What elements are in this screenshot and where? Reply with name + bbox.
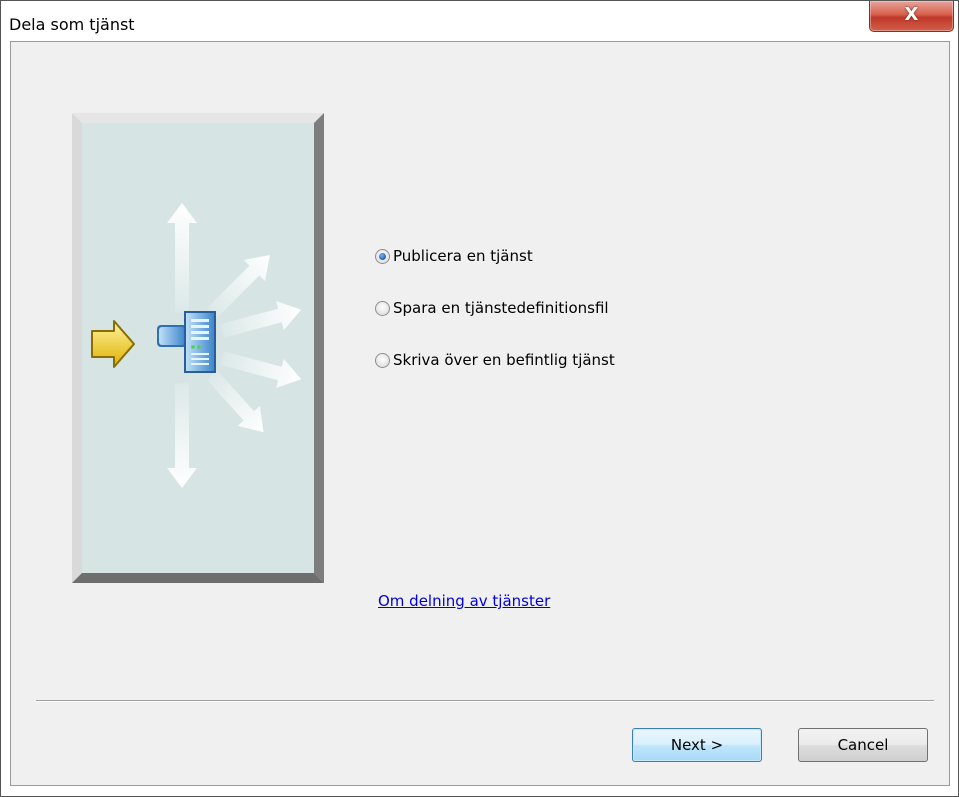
frame-top-bevel <box>72 113 324 123</box>
dialog-body: Publicera en tjänst Spara en tjänstedefi… <box>10 41 950 786</box>
close-icon: X <box>904 4 919 25</box>
title-bar: Dela som tjänst X <box>1 1 958 41</box>
option-overwrite-service-label: Skriva över en befintlig tjänst <box>393 351 615 369</box>
radio-overwrite-service[interactable] <box>375 353 390 368</box>
frame-bottom-bevel <box>72 573 324 583</box>
dialog-window: Dela som tjänst X Publicera en tjänst Sp… <box>0 0 959 797</box>
cancel-button[interactable]: Cancel <box>798 728 928 762</box>
close-button[interactable]: X <box>869 1 954 32</box>
option-save-definition-file-label: Spara en tjänstedefinitionsfil <box>393 299 609 317</box>
button-area-divider <box>36 700 934 702</box>
radio-save-definition-file[interactable] <box>375 301 390 316</box>
service-publish-illustration <box>72 113 324 583</box>
frame-right-bevel <box>314 113 324 583</box>
option-publish-service-label: Publicera en tjänst <box>393 247 533 265</box>
frame-left-bevel <box>72 113 82 583</box>
window-title: Dela som tjänst <box>9 15 135 34</box>
about-sharing-services-link[interactable]: Om delning av tjänster <box>378 592 550 610</box>
next-button[interactable]: Next > <box>632 728 762 762</box>
radio-publish-service[interactable] <box>375 249 390 264</box>
